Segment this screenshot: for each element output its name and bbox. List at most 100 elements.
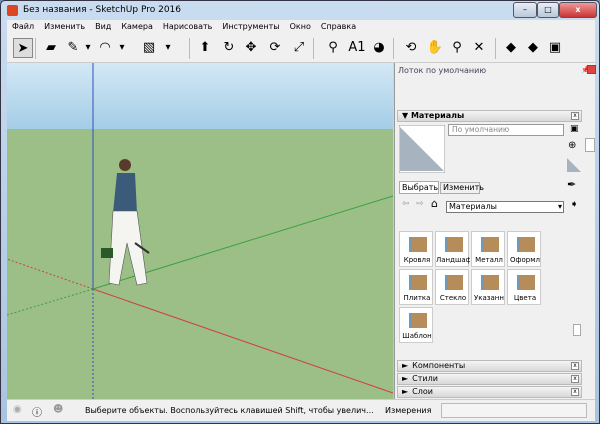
close-icon[interactable]: x [571, 112, 579, 120]
green-axis-neg [7, 288, 94, 316]
tab-edit[interactable]: Изменить [440, 182, 484, 194]
tray-scrollbar[interactable] [585, 73, 595, 399]
folder-label: Стекло [439, 294, 467, 302]
material-folder[interactable]: Кровля [399, 231, 433, 267]
rotate-icon[interactable]: ⟳ [265, 38, 285, 58]
follow-me-icon[interactable]: ↻ [219, 38, 239, 58]
default-material-swatch[interactable] [567, 158, 581, 172]
geo-location-icon[interactable]: ◉ [13, 404, 22, 415]
menu-item[interactable]: Вид [90, 20, 116, 34]
material-folder[interactable]: Ландшаф [435, 231, 470, 267]
menu-item[interactable]: Файл [7, 20, 39, 34]
extension-warehouse-icon[interactable]: ◆ [523, 38, 543, 58]
push-pull-icon[interactable]: ⬆ [195, 38, 215, 58]
sketchup-window: Без названия - SketchUp Pro 2016 – □ x Ф… [0, 0, 600, 424]
forward-icon[interactable]: ⇨ [416, 199, 424, 209]
menu-item[interactable]: Справка [316, 20, 361, 34]
expand-arrow-icon: ► [402, 361, 409, 370]
folder-label: Цвета [513, 294, 537, 302]
panel-label: Компоненты [412, 361, 466, 370]
warehouse-icon[interactable]: ◆ [501, 38, 521, 58]
menu-item[interactable]: Изменить [39, 20, 90, 34]
materials-header-label: Материалы [410, 111, 465, 120]
material-folder[interactable]: Стекло [435, 269, 469, 305]
material-folder[interactable]: Указанн [471, 269, 505, 305]
close-icon[interactable]: x [571, 388, 579, 396]
details-arrow-icon[interactable]: ➧ [570, 199, 578, 210]
measurements-label: Измерения [385, 406, 432, 415]
user-account-icon[interactable]: ☻ [53, 404, 63, 415]
share-model-icon[interactable]: ▣ [545, 38, 565, 58]
pan-hand-icon[interactable]: ✋ [425, 38, 445, 58]
material-name-field[interactable]: По умолчанию [448, 124, 564, 136]
material-folder[interactable]: Цвета [507, 269, 541, 305]
back-icon[interactable]: ⇦ [402, 199, 410, 209]
person-figure[interactable] [101, 159, 150, 286]
orbit-icon[interactable]: ⟲ [401, 38, 421, 58]
close-icon[interactable]: x [571, 375, 579, 383]
scale-icon[interactable]: ⤢ [289, 38, 309, 58]
menu-bar: Файл Изменить Вид Камера Нарисовать Инструмен… [7, 20, 595, 34]
paint-bucket-icon[interactable]: ◕ [369, 38, 389, 58]
zoom-extents-icon[interactable]: ✕ [469, 38, 489, 58]
folder-icon [409, 313, 427, 328]
home-icon[interactable]: ⌂ [431, 197, 438, 210]
folder-icon [517, 275, 535, 290]
text-icon[interactable]: A1 [347, 38, 367, 58]
move-icon[interactable]: ✥ [241, 38, 261, 58]
toolbar-separator [189, 38, 190, 59]
material-folder[interactable]: Шаблон [399, 307, 433, 343]
tape-measure-icon[interactable]: ⚲ [323, 38, 343, 58]
tray-panel-header[interactable]: ► Стили x [397, 373, 582, 385]
dropdown-icon[interactable]: ▾ [117, 38, 127, 58]
menu-item[interactable]: Инструменты [217, 20, 284, 34]
sample-paint-icon[interactable]: ✒ [567, 178, 576, 191]
eraser-icon[interactable]: ▰ [41, 38, 61, 58]
menu-item[interactable]: Камера [116, 20, 158, 34]
material-folder[interactable]: Металл [471, 231, 505, 267]
dropdown-icon[interactable]: ▾ [163, 38, 173, 58]
chevron-down-icon: ▾ [557, 202, 562, 211]
menu-item[interactable]: Окно [285, 20, 316, 34]
create-material-icon[interactable]: ⊕ [568, 140, 576, 151]
folder-label: Плитка [403, 294, 431, 302]
red-axis [92, 288, 393, 394]
folder-icon [409, 275, 427, 290]
library-select[interactable]: Материалы ▾ [446, 201, 564, 213]
zoom-icon[interactable]: ⚲ [447, 38, 467, 58]
folder-icon [517, 237, 535, 252]
minimize-button[interactable]: – [513, 2, 537, 18]
folder-label: Шаблон [402, 332, 432, 340]
close-icon[interactable]: x [571, 362, 579, 370]
window-title: Без названия - SketchUp Pro 2016 [23, 5, 182, 15]
folder-icon [409, 237, 427, 252]
panel-label: Стили [412, 374, 438, 383]
material-preview [399, 125, 445, 173]
dropdown-icon[interactable]: ▾ [83, 38, 93, 58]
measurements-input[interactable] [441, 403, 587, 418]
panel-label: Слои [412, 387, 433, 396]
pencil-icon[interactable]: ✎ [63, 38, 83, 58]
tray-panel-header[interactable]: ► Компоненты x [397, 360, 582, 372]
menu-item[interactable]: Нарисовать [158, 20, 217, 34]
expand-arrow-icon: ► [402, 387, 409, 396]
maximize-button[interactable]: □ [537, 2, 559, 18]
credits-icon[interactable]: ⓘ [32, 404, 42, 419]
toolbar-separator [313, 38, 314, 59]
material-folder[interactable]: Оформл [507, 231, 541, 267]
folder-icon [481, 237, 499, 252]
tray-panel-header[interactable]: ► Слои x [397, 386, 582, 398]
close-button[interactable]: x [559, 2, 597, 18]
materials-header[interactable]: ▼ Материалы x [397, 110, 582, 122]
3d-viewport[interactable] [7, 63, 393, 399]
select-arrow-icon[interactable]: ➤ [13, 38, 33, 58]
folder-label: Ландшаф [436, 256, 470, 264]
material-folder[interactable]: Плитка [399, 269, 433, 305]
arc-icon[interactable]: ◠ [95, 38, 115, 58]
default-tray: Лоток по умолчанию 📌 ▼ Материалы x По умо… [394, 63, 596, 399]
tab-select[interactable]: Выбрать [399, 181, 439, 194]
display-secondary-icon[interactable]: ▣ [570, 124, 579, 134]
rectangle-icon[interactable]: ▧ [139, 38, 159, 58]
toolbar-separator [495, 38, 496, 59]
tray-title: Лоток по умолчанию [398, 66, 487, 75]
